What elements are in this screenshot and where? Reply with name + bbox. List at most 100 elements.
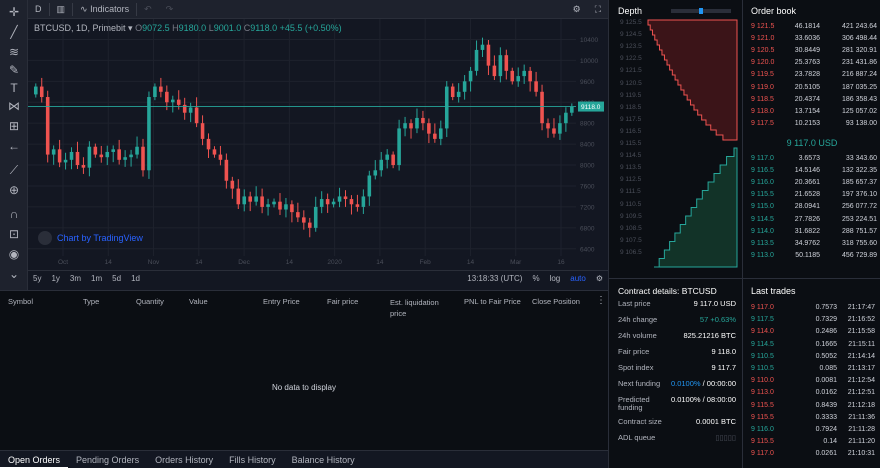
scale-settings-icon[interactable]: ⚙ xyxy=(591,274,608,283)
ask-quantity: 25.3763 xyxy=(794,59,820,67)
eye-icon[interactable]: ◉ xyxy=(6,246,22,262)
depth-zoom-handle[interactable] xyxy=(699,8,703,14)
undo-icon[interactable]: ↶ xyxy=(137,0,159,19)
candle-body xyxy=(248,196,252,202)
price-tick-label: 8400 xyxy=(580,142,595,149)
columns-menu-icon[interactable]: ⋮ xyxy=(596,295,606,306)
order-book-bid-row[interactable]: 9 113.5 34.9762 318 755.60 xyxy=(743,238,880,250)
order-book-bid-row[interactable]: 9 116.5 14.5146 132 322.35 xyxy=(743,165,880,177)
chart-type-icon[interactable]: ▥ xyxy=(50,0,73,19)
range-1y[interactable]: 1y xyxy=(46,274,64,283)
settings-icon[interactable]: ⚙ xyxy=(566,0,588,19)
tab-balance-history[interactable]: Balance History xyxy=(284,451,363,468)
trade-time: 21:17:47 xyxy=(847,304,875,311)
order-book-ask-row[interactable]: 9 119.0 20.5105 187 035.25 xyxy=(743,82,880,94)
price-tick-label: 9600 xyxy=(580,79,595,86)
ask-depth-area xyxy=(647,19,738,141)
auto-toggle[interactable]: auto xyxy=(565,274,591,283)
order-book-ask-row[interactable]: 9 117.5 10.2153 93 138.00 xyxy=(743,118,880,130)
arrow-left-icon[interactable]: ← xyxy=(6,138,22,154)
candle-body xyxy=(570,106,574,113)
fullscreen-icon[interactable]: ⛶ xyxy=(588,0,608,19)
depth-price-label: 9 110.5 xyxy=(620,200,642,208)
range-1m[interactable]: 1m xyxy=(86,274,107,283)
collapse-icon[interactable]: ⌄ xyxy=(6,266,22,282)
order-book-bid-row[interactable]: 9 114.0 31.6822 288 751.57 xyxy=(743,226,880,238)
tab-open-orders[interactable]: Open Orders xyxy=(0,451,69,468)
text-icon[interactable]: T xyxy=(6,80,22,96)
price-chart[interactable]: 6400680072007600800084008800920096001000… xyxy=(28,19,608,270)
pattern-icon[interactable]: ⋈ xyxy=(6,98,22,114)
ask-total: 421 243.64 xyxy=(841,23,877,30)
tab-orders-history[interactable]: Orders History xyxy=(147,451,221,468)
order-book-ask-row[interactable]: 9 121.5 46.1814 421 243.64 xyxy=(743,21,880,33)
col-fair-price: Fair price xyxy=(327,297,359,306)
order-book-ask-row[interactable]: 9 118.5 20.4374 186 358.43 xyxy=(743,94,880,106)
crosshair-icon[interactable]: ✛ xyxy=(6,4,22,20)
log-toggle[interactable]: log xyxy=(545,274,566,283)
brush-icon[interactable]: ✎ xyxy=(6,62,22,78)
order-book-bid-row[interactable]: 9 115.0 28.0941 256 077.72 xyxy=(743,201,880,213)
trade-price: 9 110.5 xyxy=(751,365,774,372)
order-book-bid-row[interactable]: 9 116.0 20.3661 185 657.37 xyxy=(743,177,880,189)
candle-body xyxy=(302,217,306,223)
col-quantity: Quantity xyxy=(136,297,164,306)
depth-zoom-slider[interactable] xyxy=(671,8,731,14)
trade-price: 9 117.0 xyxy=(751,450,774,458)
bid-quantity: 31.6822 xyxy=(794,227,820,235)
range-5d[interactable]: 5d xyxy=(107,274,126,283)
percent-toggle[interactable]: % xyxy=(527,274,544,283)
bid-total: 185 657.37 xyxy=(841,179,877,187)
redo-icon[interactable]: ↷ xyxy=(159,0,181,19)
zoom-icon[interactable]: ⊕ xyxy=(6,182,22,198)
contract-details-title: Contract details: BTCUSD xyxy=(618,286,717,296)
candle-body xyxy=(39,86,44,98)
contract-value: 9 118.0 xyxy=(711,347,736,356)
order-book-bid-row[interactable]: 9 114.5 27.7826 253 224.51 xyxy=(743,214,880,226)
contract-value: 0.0100% / 08:00:00 xyxy=(671,396,736,404)
indicators-button[interactable]: ∿ Indicators xyxy=(73,0,136,19)
order-book-bid-row[interactable]: 9 115.5 21.6528 197 376.10 xyxy=(743,189,880,201)
ruler-icon[interactable]: ⟋ xyxy=(6,162,22,178)
order-book-ask-row[interactable]: 9 120.0 25.3763 231 431.86 xyxy=(743,57,880,69)
order-book-ask-row[interactable]: 9 119.5 23.7828 216 887.24 xyxy=(743,69,880,81)
ask-total: 187 035.25 xyxy=(841,83,877,91)
candle-body xyxy=(224,159,229,181)
order-book-ask-row[interactable]: 9 121.0 33.6036 306 498.44 xyxy=(743,33,880,45)
trade-quantity: 0.5052 xyxy=(815,352,837,360)
depth-price-label: 9 124.5 xyxy=(620,31,642,39)
range-3m[interactable]: 3m xyxy=(65,274,86,283)
ask-total: 306 498.44 xyxy=(841,35,877,43)
lock-icon[interactable]: ⊡ xyxy=(6,226,22,242)
order-book-bid-row[interactable]: 9 117.0 3.6573 33 343.60 xyxy=(743,153,880,165)
candle-body xyxy=(194,107,199,124)
candle-body xyxy=(165,91,169,103)
time-tick-label: Feb xyxy=(420,259,432,266)
candle-body xyxy=(266,204,270,207)
chart-toolbar: D ▥ ∿ Indicators ↶ ↷ ⚙ ⛶ xyxy=(28,0,608,19)
candle-body xyxy=(242,196,247,205)
contract-key: 24h change xyxy=(618,315,658,324)
ask-quantity: 10.2153 xyxy=(794,119,820,127)
interval-button[interactable]: D xyxy=(28,0,49,19)
tab-fills-history[interactable]: Fills History xyxy=(221,451,284,468)
order-book-ask-row[interactable]: 9 120.5 30.8449 281 320.91 xyxy=(743,45,880,57)
trade-quantity: 0.7573 xyxy=(815,304,837,311)
candle-body xyxy=(63,159,68,163)
measure-icon[interactable]: ⊞ xyxy=(6,118,22,134)
time-tick-label: 14 xyxy=(286,259,294,266)
range-1d[interactable]: 1d xyxy=(126,274,145,283)
fib-icon[interactable]: ≋ xyxy=(6,44,22,60)
order-book-ask-row[interactable]: 9 118.0 13.7154 125 057.02 xyxy=(743,106,880,118)
tradingview-watermark[interactable]: Chart by TradingView xyxy=(38,231,143,245)
candle-body xyxy=(170,99,175,103)
depth-price-label: 9 125.5 xyxy=(620,19,642,26)
magnet-icon[interactable]: ∩ xyxy=(6,206,22,222)
candle-body xyxy=(498,55,503,77)
range-5y[interactable]: 5y xyxy=(28,274,46,283)
trendline-icon[interactable]: ╱ xyxy=(6,24,22,40)
tab-pending-orders[interactable]: Pending Orders xyxy=(68,451,147,468)
bid-price: 9 114.0 xyxy=(751,227,774,235)
trade-price: 9 115.5 xyxy=(751,413,774,421)
order-book-bid-row[interactable]: 9 113.0 50.1185 456 729.89 xyxy=(743,250,880,262)
